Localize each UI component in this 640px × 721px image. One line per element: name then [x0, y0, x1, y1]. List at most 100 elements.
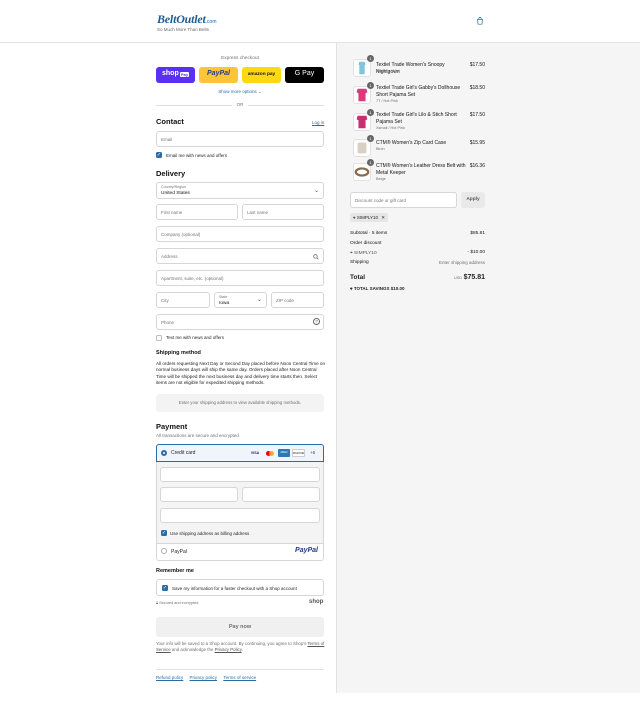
currency-code: USD	[454, 276, 463, 280]
paypal-logo: PayPal	[295, 547, 318, 554]
discount-tag: ⌖ SIMPLY10 ✕	[350, 213, 389, 222]
help-icon[interactable]: ?	[313, 318, 320, 325]
save-info-label: Save my information for a faster checkou…	[172, 586, 297, 591]
product-name: Textiel Trade Girl's Lilo & Stich Short …	[376, 112, 457, 125]
credit-card-option[interactable]: Credit card VISA AMEX DISCOVER +6	[156, 444, 324, 462]
discount-row-code: SIMPLY10	[354, 251, 377, 256]
city-placeholder: City	[161, 298, 169, 303]
zip-field[interactable]: ZIP code	[271, 292, 324, 308]
card-number-field[interactable]	[160, 467, 320, 482]
divider	[156, 669, 324, 670]
paypal-radio[interactable]	[161, 548, 167, 554]
zip-placeholder: ZIP code	[276, 298, 294, 303]
amazon-pay-button[interactable]: amazon pay	[242, 67, 281, 83]
privacy-link[interactable]: Privacy Policy	[215, 647, 242, 652]
news-label: Email me with news and offers	[166, 153, 227, 158]
country-value: United States	[161, 191, 190, 196]
news-checkbox[interactable]: ✓	[156, 152, 162, 158]
city-field[interactable]: City	[156, 292, 210, 308]
credit-card-label: Credit card	[171, 450, 196, 456]
product-price: $17.50	[469, 112, 485, 118]
order-discount-label: Order discount	[350, 241, 382, 246]
logo-name: BeltOutlet	[157, 12, 206, 26]
shipping-method-title: Shipping method	[156, 350, 201, 356]
shop-pay-button[interactable]: shop Pay	[156, 67, 195, 83]
show-more-options[interactable]: Show more options ⌄	[156, 89, 324, 95]
paypal-option[interactable]: PayPal PayPal	[157, 544, 323, 560]
paypal-express-label: PayPal	[207, 70, 230, 77]
save-info-box[interactable]: ✓ Save my information for a faster check…	[156, 579, 324, 596]
billing-label: Use shipping address as billing address	[170, 531, 250, 536]
subtotal-value: $85.81	[470, 231, 485, 236]
credit-card-radio[interactable]	[161, 450, 167, 456]
paypal-express-button[interactable]: PayPal	[199, 67, 238, 83]
legal-end: .	[241, 647, 243, 653]
total-savings-label: TOTAL SAVINGS $10.00	[353, 286, 405, 291]
card-expiry-field[interactable]	[160, 487, 238, 502]
text-me-checkbox[interactable]	[156, 335, 162, 341]
company-field[interactable]: Company (optional)	[156, 226, 324, 242]
close-icon[interactable]: ✕	[381, 215, 385, 220]
tag-icon: ⌖	[353, 215, 356, 220]
state-label: State	[219, 295, 228, 299]
apartment-field[interactable]: Apartment, suite, etc. (optional)	[156, 270, 324, 286]
country-select[interactable]: Country/Region United States ⌄	[156, 182, 324, 199]
store-logo[interactable]: BeltOutlet.com So Much More Than Belts	[157, 12, 217, 32]
refund-policy-link[interactable]: Refund policy	[156, 675, 183, 680]
bag-icon[interactable]	[476, 17, 484, 25]
discover-icon: DISCOVER	[292, 449, 305, 457]
product-name: CTM® Women's Zip Card Case	[376, 140, 447, 146]
terms-of-service-link[interactable]: Terms of service	[223, 675, 256, 680]
card-cvv-field[interactable]	[242, 487, 320, 502]
pay-now-button[interactable]: Pay now	[156, 617, 324, 637]
shipping-placeholder-text: Enter your shipping address to view avai…	[178, 400, 302, 405]
legal-mid: and acknowledge the	[171, 647, 214, 653]
subtotal-label: Subtotal · 5 items	[350, 231, 388, 236]
quantity-badge: 1	[367, 82, 374, 89]
billing-checkbox[interactable]: ✓	[161, 530, 167, 536]
order-summary: 1 Textiel Trade Women's Snoopy Nightgown…	[336, 43, 640, 693]
product-price: $17.50	[469, 62, 485, 68]
state-select[interactable]: State Iowa ⌄	[214, 292, 267, 308]
text-me-label: Text me with news and offers	[166, 335, 224, 340]
lock-icon: 🔒︎	[156, 601, 159, 605]
country-label: Country/Region	[161, 185, 186, 189]
card-name-field[interactable]	[160, 508, 320, 523]
google-pay-button[interactable]: G Pay	[285, 67, 324, 83]
product-thumb	[358, 61, 366, 75]
discount-code-field[interactable]: Discount code or gift card	[350, 192, 457, 208]
first-name-field[interactable]: First name	[156, 204, 238, 220]
product-price: $15.95	[469, 140, 485, 146]
apply-button[interactable]: Apply	[461, 192, 485, 208]
chevron-down-icon: ⌄	[313, 188, 319, 194]
phone-placeholder: Phone	[161, 320, 175, 325]
address-field[interactable]: Address	[156, 248, 324, 264]
product-variant: Birch	[376, 147, 385, 151]
shipping-note: All orders requesting Next Day or Second…	[156, 361, 326, 385]
tag-icon: ⌖	[350, 251, 353, 256]
total-value: $75.81	[463, 274, 485, 281]
chevron-down-icon: ⌄	[256, 297, 262, 303]
phone-field[interactable]: Phone ?	[156, 314, 324, 330]
quantity-badge: 1	[367, 159, 374, 166]
contact-title: Contact	[156, 117, 184, 126]
logo-suffix: .com	[205, 19, 217, 25]
product-variant: Xsmall / Hot Pink	[376, 126, 405, 130]
shipping-placeholder-box: Enter your shipping address to view avai…	[156, 394, 324, 412]
chevron-down-icon: ⌄	[258, 89, 262, 94]
amex-icon: AMEX	[278, 449, 290, 457]
save-info-checkbox[interactable]: ✓	[162, 585, 168, 591]
shipping-value: Enter shipping address	[438, 260, 485, 265]
or-separator: OR	[232, 102, 248, 107]
privacy-policy-link[interactable]: Privacy policy	[190, 675, 218, 680]
quantity-badge: 1	[367, 109, 374, 116]
email-field[interactable]: Email	[156, 131, 324, 147]
product-price: $18.50	[469, 85, 485, 91]
visa-icon: VISA	[250, 451, 260, 455]
total-savings: ⌖ TOTAL SAVINGS $10.00	[350, 286, 405, 291]
shipping-label: Shipping	[350, 260, 369, 265]
last-name-field[interactable]: Last name	[242, 204, 324, 220]
show-more-label: Show more options	[218, 89, 257, 94]
product-variant: Medium / Mint	[376, 69, 400, 73]
login-link[interactable]: Log in	[312, 120, 324, 125]
